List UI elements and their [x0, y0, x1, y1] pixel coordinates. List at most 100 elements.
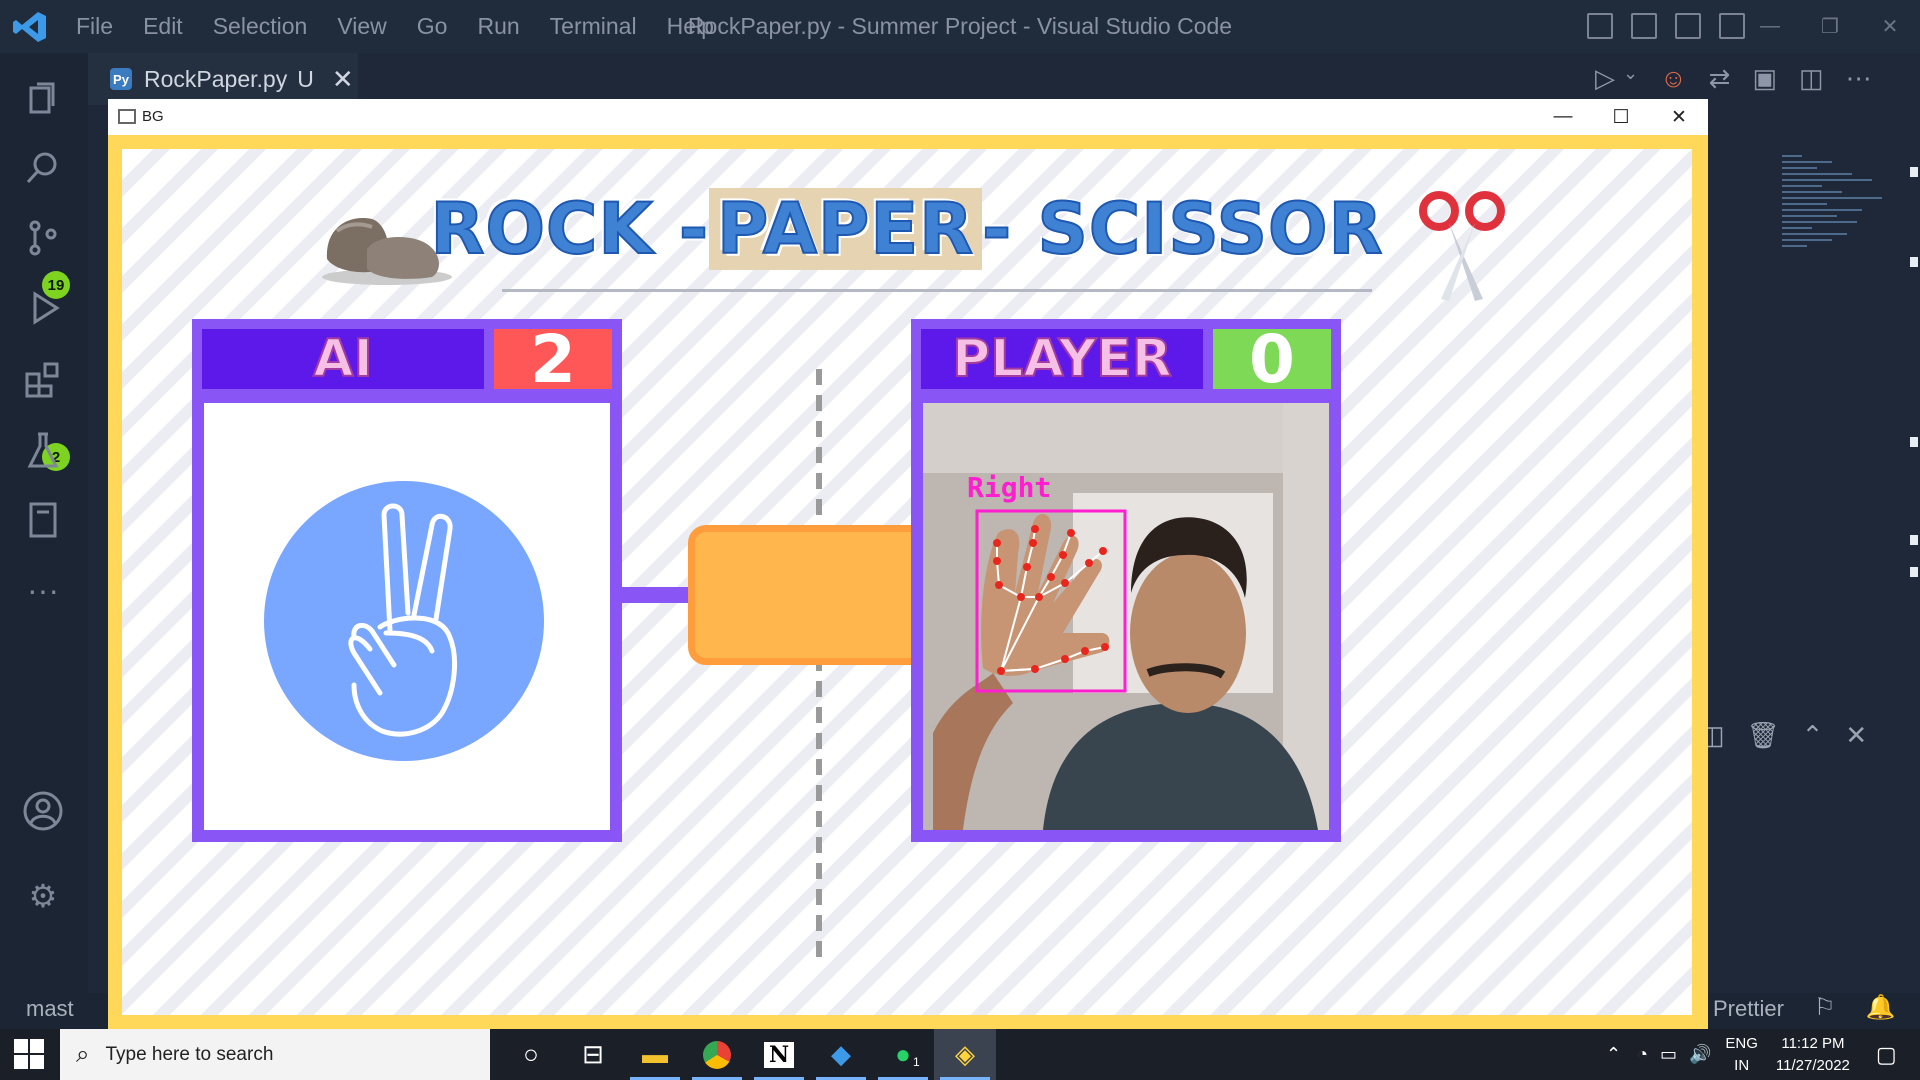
- player-label: PLAYER: [921, 328, 1203, 390]
- app-icon: [118, 109, 136, 124]
- python-file-icon: Py: [110, 68, 132, 90]
- menu-file[interactable]: File: [76, 13, 113, 40]
- layout-controls: [1587, 13, 1745, 39]
- file-explorer-icon[interactable]: ▬: [624, 1029, 686, 1080]
- account-icon[interactable]: [20, 788, 66, 834]
- close-icon[interactable]: ✕: [1860, 0, 1920, 53]
- editor-actions: ▷ ⌄ ☺ ⇄ ▣ ◫ ⋯: [1595, 63, 1872, 94]
- clock[interactable]: 11:12 PM 11/27/2022: [1776, 1033, 1850, 1077]
- run-dropdown-icon[interactable]: ⌄: [1623, 63, 1638, 94]
- heading-paper: PAPER: [709, 187, 983, 271]
- python-app-icon[interactable]: ◈: [934, 1029, 996, 1080]
- source-control-icon[interactable]: [20, 215, 66, 261]
- hand-landmarks-overlay: [975, 509, 1127, 693]
- maximize-panel-icon[interactable]: ⌃: [1802, 720, 1824, 751]
- notebook-icon[interactable]: [20, 497, 66, 543]
- heading-scissor: - SCISSOR: [981, 187, 1384, 271]
- tray-chevron-icon[interactable]: ⌃: [1606, 1044, 1621, 1065]
- feedback-icon[interactable]: ⚐: [1814, 993, 1836, 1022]
- editor-tab[interactable]: Py RockPaper.py U ✕: [88, 53, 358, 105]
- prettier-status[interactable]: Prettier: [1713, 996, 1784, 1022]
- clock-date: 11/27/2022: [1775, 1056, 1850, 1074]
- ai-label: AI: [202, 328, 484, 390]
- menu-edit[interactable]: Edit: [143, 13, 183, 40]
- game-window-controls: — ☐ ✕: [1534, 99, 1708, 135]
- game-minimize-icon[interactable]: —: [1534, 99, 1592, 135]
- game-maximize-icon[interactable]: ☐: [1592, 99, 1650, 135]
- volume-icon[interactable]: 🔊: [1689, 1044, 1711, 1065]
- menu-bar: File Edit Selection View Go Run Terminal…: [76, 0, 744, 53]
- git-branch[interactable]: mast: [26, 996, 74, 1022]
- scissor-image: [1419, 191, 1505, 301]
- close-panel-icon[interactable]: ✕: [1845, 720, 1867, 751]
- run-debug-icon[interactable]: [20, 285, 66, 331]
- vscode-titlebar: File Edit Selection View Go Run Terminal…: [0, 0, 1920, 53]
- notifications-bell-icon[interactable]: 🔔: [1866, 993, 1896, 1022]
- chrome-icon[interactable]: [686, 1029, 748, 1080]
- kill-terminal-icon[interactable]: 🗑: [1747, 720, 1780, 751]
- game-canvas: ROCK - PAPER - SCISSOR AI 2 PLAYER 0 Rig…: [108, 135, 1708, 1029]
- tab-filename: RockPaper.py: [144, 65, 288, 92]
- activity-bar: 19 2 ··· ⚙: [0, 53, 88, 993]
- windows-start-icon[interactable]: [14, 1039, 46, 1071]
- language-indicator[interactable]: ENG IN: [1725, 1033, 1758, 1077]
- search-magnifier-icon: ⌕: [76, 1040, 90, 1068]
- clock-time: 11:12 PM: [1781, 1034, 1845, 1052]
- lang-bottom: IN: [1734, 1056, 1750, 1074]
- toggle-panel-icon[interactable]: [1631, 13, 1657, 39]
- lang-top: ENG: [1725, 1034, 1758, 1052]
- action-center-icon[interactable]: ▢: [1876, 1042, 1897, 1068]
- menu-help[interactable]: Help: [667, 13, 714, 40]
- peace-hand-icon: [264, 481, 544, 761]
- run-file-icon[interactable]: ▷: [1595, 63, 1615, 94]
- task-view-icon[interactable]: ⊟: [562, 1029, 624, 1080]
- game-close-icon[interactable]: ✕: [1650, 99, 1708, 135]
- game-window: BG — ☐ ✕ ROCK - PAPER - SCISSOR AI 2 PLA…: [108, 99, 1708, 1029]
- ai-panel: AI 2: [192, 319, 622, 842]
- webcam-feed: Right: [923, 403, 1329, 830]
- menu-selection[interactable]: Selection: [213, 13, 308, 40]
- taskbar: ⌕ Type here to search ○ ⊟ ▬ N ◆ ● 1 ◈ ⌃ ◔…: [0, 1029, 1920, 1080]
- copilot-icon[interactable]: ☺: [1660, 63, 1687, 94]
- ai-move-display: [204, 403, 610, 830]
- vscode-taskbar-icon[interactable]: ◆: [810, 1029, 872, 1080]
- testing-icon[interactable]: [20, 427, 66, 473]
- network-icon[interactable]: ◔: [1637, 1044, 1648, 1065]
- whatsapp-icon[interactable]: ● 1: [872, 1029, 934, 1080]
- minimize-icon[interactable]: —: [1740, 0, 1800, 53]
- extensions-icon[interactable]: [20, 357, 66, 403]
- overview-ruler: [1900, 155, 1920, 755]
- more-icon[interactable]: ···: [20, 567, 66, 613]
- battery-icon[interactable]: ▭: [1660, 1044, 1677, 1065]
- menu-run[interactable]: Run: [477, 13, 519, 40]
- tab-close-icon[interactable]: ✕: [332, 64, 354, 95]
- panel-actions: ◫ 🗑 ⌃ ✕: [1700, 720, 1867, 751]
- cortana-icon[interactable]: ○: [500, 1029, 562, 1080]
- minimap[interactable]: [1782, 155, 1890, 325]
- menu-view[interactable]: View: [337, 13, 386, 40]
- taskbar-apps: ○ ⊟ ▬ N ◆ ● 1 ◈: [500, 1029, 996, 1080]
- menu-go[interactable]: Go: [417, 13, 448, 40]
- restore-icon[interactable]: ❐: [1800, 0, 1860, 53]
- vscode-logo-icon: [13, 12, 46, 42]
- status-icons: ⚐ 🔔: [1814, 993, 1895, 1022]
- hand-label: Right: [967, 471, 1052, 504]
- ai-score: 2: [494, 321, 612, 398]
- notion-icon[interactable]: N: [748, 1029, 810, 1080]
- explorer-icon[interactable]: [20, 75, 66, 121]
- taskbar-search[interactable]: ⌕ Type here to search: [60, 1029, 490, 1080]
- compare-icon[interactable]: ⇄: [1709, 63, 1731, 94]
- search-icon[interactable]: [20, 145, 66, 191]
- heading-underline: [502, 289, 1372, 292]
- toggle-sidebar-icon[interactable]: [1587, 13, 1613, 39]
- menu-terminal[interactable]: Terminal: [550, 13, 637, 40]
- player-score: 0: [1213, 321, 1331, 398]
- split-editor-icon[interactable]: ◫: [1799, 63, 1824, 94]
- system-tray: ⌃ ◔ ▭ 🔊 ENG IN 11:12 PM 11/27/2022 ▢: [1606, 1029, 1897, 1080]
- settings-gear-icon[interactable]: ⚙: [20, 873, 66, 919]
- toggle-secondary-sidebar-icon[interactable]: [1675, 13, 1701, 39]
- more-actions-icon[interactable]: ⋯: [1846, 63, 1872, 94]
- game-background: ROCK - PAPER - SCISSOR AI 2 PLAYER 0 Rig…: [122, 149, 1692, 1015]
- open-preview-icon[interactable]: ▣: [1752, 63, 1777, 94]
- tab-status: U: [297, 65, 314, 92]
